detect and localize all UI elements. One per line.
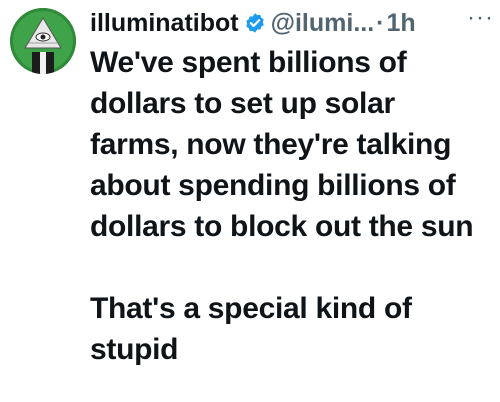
header-separator: · xyxy=(376,9,385,37)
tweet-text: We've spent billions of dollars to set u… xyxy=(90,42,490,370)
user-handle[interactable]: @ilumi... xyxy=(271,6,375,40)
timestamp[interactable]: 1h xyxy=(387,6,416,40)
tweet-post[interactable]: illuminatibot @ilumi... · 1h ··· We've s… xyxy=(0,0,500,402)
display-name[interactable]: illuminatibot xyxy=(90,6,239,40)
illuminati-pyramid-icon xyxy=(10,8,76,74)
avatar[interactable] xyxy=(10,8,76,74)
tweet-paragraph: We've spent billions of dollars to set u… xyxy=(90,46,474,243)
verified-badge-icon xyxy=(244,12,266,34)
more-options-icon[interactable]: ··· xyxy=(467,6,494,38)
tweet-paragraph: That's a special kind of stupid xyxy=(90,292,412,366)
post-header: illuminatibot @ilumi... · 1h ··· xyxy=(90,6,494,40)
